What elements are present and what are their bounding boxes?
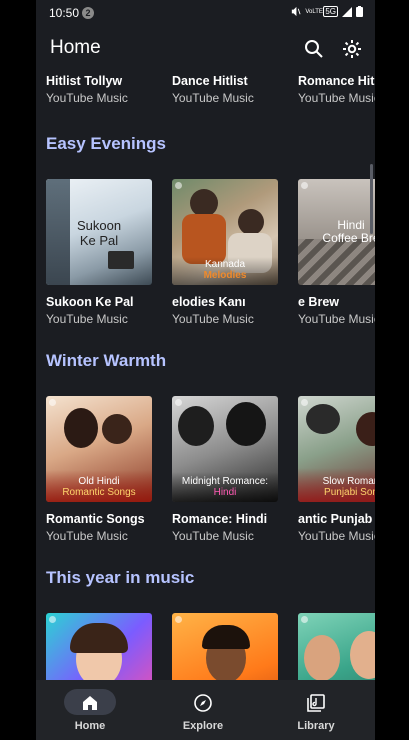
album-art <box>172 613 278 680</box>
card-subtitle: YouTube Music <box>46 529 128 543</box>
card-title: Sukoon Ke Pal <box>46 295 134 309</box>
status-time: 10:50 <box>49 6 80 20</box>
bottom-navigation: Home Explore Library <box>36 680 375 740</box>
card-subtitle: YouTube Music <box>298 91 375 105</box>
album-art <box>46 613 152 680</box>
art-text: Hindi <box>213 487 237 498</box>
card-subtitle: YouTube Music <box>46 91 128 105</box>
badge-dot <box>301 182 308 189</box>
page-title: Home <box>50 37 101 58</box>
network-type-label: 5G <box>323 6 338 17</box>
card-subtitle: YouTube Music <box>172 91 254 105</box>
signal-icon <box>342 6 352 17</box>
nav-label: Explore <box>182 720 224 732</box>
home-icon <box>83 696 97 710</box>
album-art: Midnight Romance: Hindi <box>172 396 278 502</box>
nav-label: Library <box>297 720 335 732</box>
explore-icon <box>194 694 212 712</box>
search-icon[interactable] <box>302 37 326 61</box>
library-icon <box>307 694 325 712</box>
section-title-this-year-in-music[interactable]: This year in music <box>46 568 194 588</box>
card-title: Hitlist Tollyw <box>46 74 123 88</box>
album-art: Sukoon Ke Pal <box>46 179 152 285</box>
network-label: VoLTE <box>305 8 323 15</box>
shelf-winter-warmth: Old Hindi Romantic Songs Romantic Songs … <box>36 396 375 556</box>
album-art: Kannada Melodies <box>172 179 278 285</box>
nav-item-explore[interactable]: Explore <box>149 680 262 740</box>
nav-label: Home <box>74 720 106 732</box>
settings-gear-icon[interactable] <box>340 37 364 61</box>
badge-dot <box>175 399 182 406</box>
status-bar: 10:50 2 VoLTE 5G <box>36 0 375 26</box>
card-title: elodies Kanı <box>172 295 246 309</box>
nav-item-library[interactable]: Library <box>262 680 375 740</box>
app-screen: 10:50 2 VoLTE 5G Home Hitlist Tollyw You… <box>36 0 375 740</box>
card-title: Romantic Songs <box>46 512 145 526</box>
card-subtitle: YouTube Music <box>298 529 375 543</box>
notification-count-badge: 2 <box>82 7 94 19</box>
album-art <box>298 613 375 680</box>
card-subtitle: YouTube Music <box>46 312 128 326</box>
album-art: Old Hindi Romantic Songs <box>46 396 152 502</box>
card-subtitle: YouTube Music <box>172 529 254 543</box>
badge-dot <box>175 182 182 189</box>
app-bar: Home <box>36 26 375 74</box>
home-feed[interactable]: Hitlist Tollyw YouTube Music Dance Hitli… <box>36 74 375 680</box>
art-text: Romantic Songs <box>62 487 136 498</box>
card-title: Romance: Hindi <box>172 512 268 526</box>
album-art: Slow Roman Punjabi Son <box>298 396 375 502</box>
system-icons: VoLTE 5G <box>290 6 363 17</box>
card-title: Dance Hitlist <box>172 74 248 88</box>
art-text: Melodies <box>203 270 247 281</box>
card-title: e Brew <box>298 295 339 309</box>
card-title: antic Punjab <box>298 512 373 526</box>
shelf-this-year-in-music <box>36 613 375 680</box>
card-subtitle: YouTube Music <box>172 312 254 326</box>
nav-item-home[interactable]: Home <box>36 680 149 740</box>
scrollbar[interactable] <box>370 164 373 234</box>
section-title-winter-warmth[interactable]: Winter Warmth <box>46 351 166 371</box>
mute-icon <box>292 6 301 17</box>
badge-dot <box>301 399 308 406</box>
art-text: Coffee Bre <box>322 231 375 245</box>
shelf-top: Hitlist Tollyw YouTube Music Dance Hitli… <box>36 74 375 114</box>
card-subtitle: YouTube Music <box>298 312 375 326</box>
shelf-easy-evenings: Sukoon Ke Pal Sukoon Ke Pal YouTube Musi… <box>36 179 375 339</box>
album-art: Hindi Coffee Bre <box>298 179 375 285</box>
battery-icon <box>356 6 363 17</box>
art-text: Sukoon <box>76 218 122 233</box>
card-title: Romance Hitl <box>298 74 375 88</box>
badge-dot <box>49 399 56 406</box>
badge-dot <box>175 616 182 623</box>
badge-dot <box>301 616 308 623</box>
badge-dot <box>49 616 56 623</box>
section-title-easy-evenings[interactable]: Easy Evenings <box>46 134 166 154</box>
art-text: Punjabi Son <box>324 487 375 498</box>
art-text: Ke Pal <box>79 233 119 248</box>
